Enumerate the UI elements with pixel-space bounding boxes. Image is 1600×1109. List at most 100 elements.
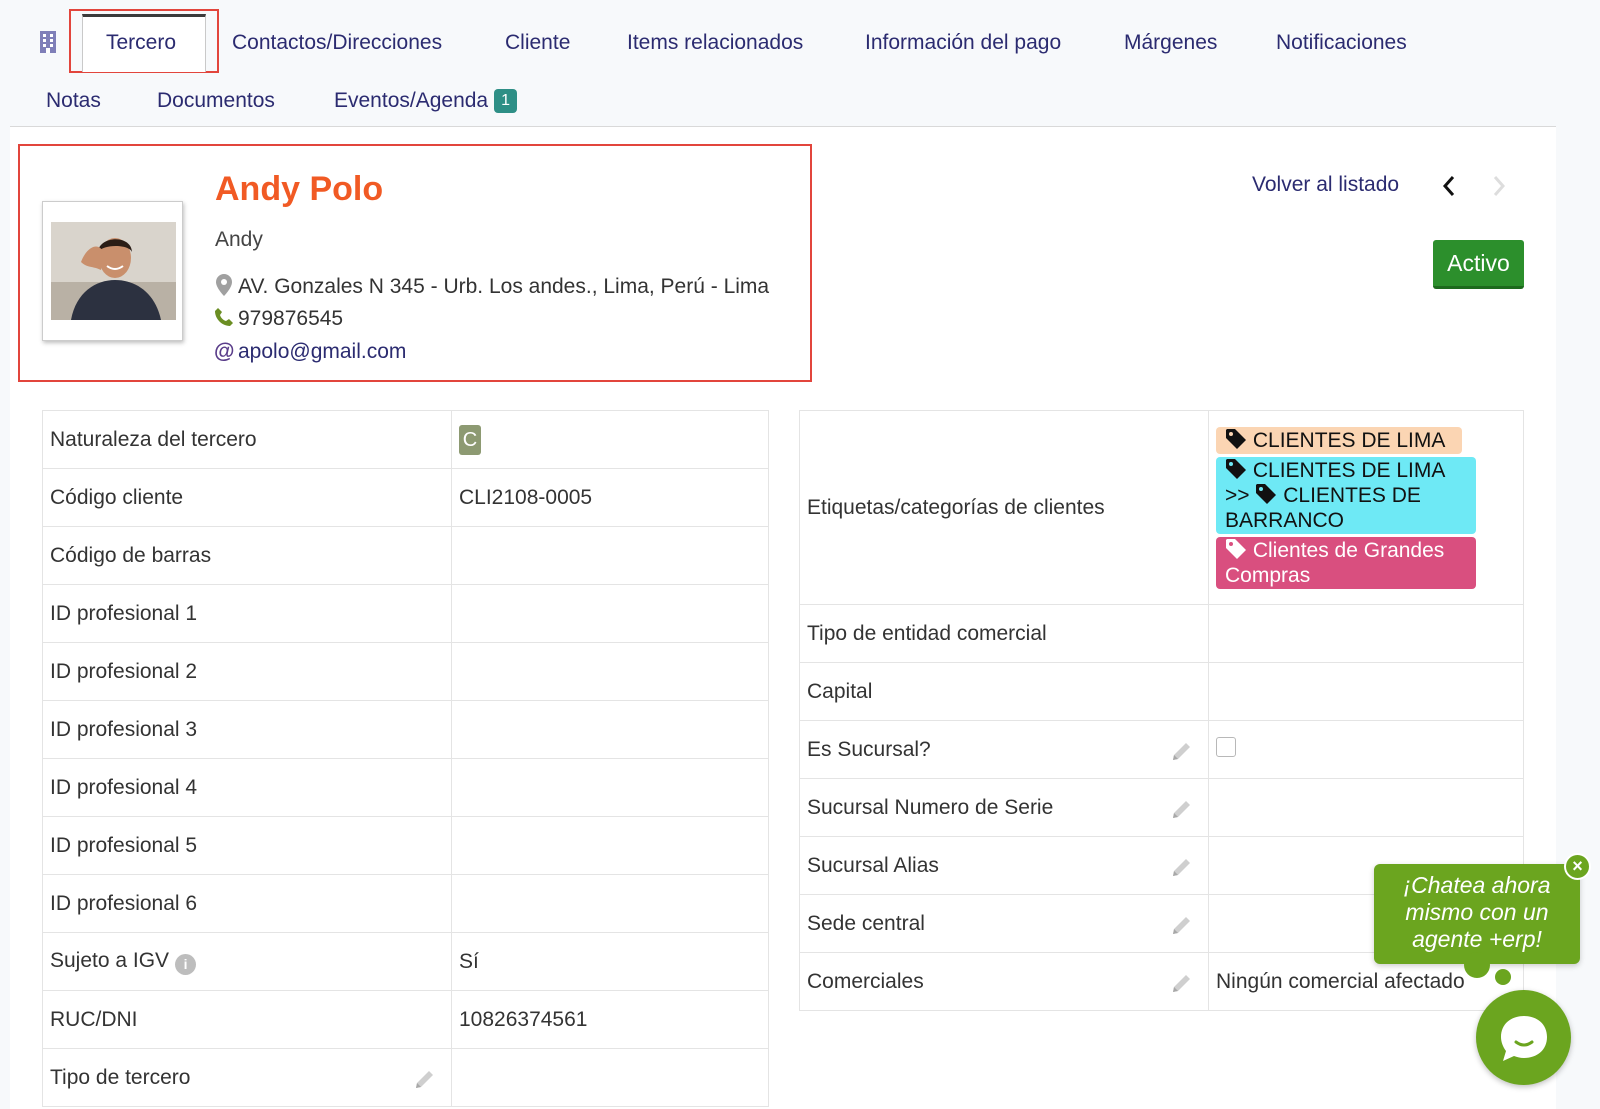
field-value: 10826374561 [451,990,769,1049]
tags-cell: CLIENTES DE LIMA CLIENTES DE LIMA >> CLI… [1208,410,1524,605]
chat-close-icon[interactable]: × [1564,853,1591,880]
table-row: ID profesional 2 [42,642,769,701]
tag-icon [1256,483,1277,504]
phone-text: 979876545 [238,307,344,330]
tab-notas[interactable]: Notas [46,86,101,116]
field-value: Sí [451,932,769,991]
field-label: Etiquetas/categorías de clientes [799,410,1209,605]
table-row: ID profesional 6 [42,874,769,933]
category-tag[interactable]: Clientes de Grandes Compras [1216,536,1476,589]
field-label-tipo-tercero: Tipo de tercero [42,1048,452,1107]
table-row: Tipo de tercero [42,1048,769,1107]
field-label-text: Sucursal Numero de Serie [807,795,1054,819]
table-row: Código de barras [42,526,769,585]
tag-icon [1226,458,1246,479]
contact-name: Andy Polo [215,170,384,208]
table-row: Etiquetas/categorías de clientes CLIENTE… [799,410,1524,605]
field-label-text: Sujeto a IGV [50,948,170,972]
tag-label: Clientes de Grandes Compras [1225,538,1445,587]
category-tag[interactable]: CLIENTES DE LIMA >> CLIENTES DE BARRANCO [1216,456,1476,534]
tab-tercero[interactable]: Tercero [106,28,176,58]
field-value [1208,662,1524,721]
field-label-text: Comerciales [807,969,924,993]
field-label: RUC/DNI [42,990,452,1049]
field-label: Tipo de entidad comercial [799,604,1209,663]
field-label: Código cliente [42,468,452,527]
field-value [451,700,769,759]
category-tag[interactable]: CLIENTES DE LIMA [1216,426,1462,454]
tab-eventos-agenda-label: Eventos/Agenda [334,89,489,112]
tag-separator: >> [1225,483,1250,507]
field-label-igv: Sujeto a IGV i [42,932,452,991]
tab-items-relacionados[interactable]: Items relacionados [627,28,803,58]
pencil-icon[interactable] [1170,797,1194,821]
field-value [451,642,769,701]
info-icon[interactable]: i [175,953,197,975]
avatar[interactable] [42,201,183,341]
tag-label: CLIENTES DE BARRANCO [1225,483,1421,532]
chat-invite-line: agente +erp! [1412,926,1542,952]
tab-eventos-agenda[interactable]: Eventos/Agenda 1 [334,86,518,116]
tab-documentos[interactable]: Documentos [157,86,275,116]
table-row: ID profesional 4 [42,758,769,817]
chat-bubble-tail [1464,952,1490,978]
field-label-sucursal-serie: Sucursal Numero de Serie [799,778,1209,837]
field-value: CLI2108-0005 [451,468,769,527]
tab-notificaciones[interactable]: Notificaciones [1276,28,1407,58]
field-value [451,526,769,585]
pencil-icon[interactable] [1170,739,1194,763]
table-row: Tipo de entidad comercial [799,604,1524,663]
phone-line: 979876545 [214,307,343,331]
chat-icon [1501,1016,1547,1061]
chevron-left-icon[interactable] [1440,172,1458,200]
field-label-comerciales: Comerciales [799,952,1209,1011]
table-row: Sujeto a IGV i Sí [42,932,769,991]
chat-bubble-tail [1495,969,1511,985]
es-sucursal-checkbox[interactable] [1216,736,1236,757]
field-label: ID profesional 6 [42,874,452,933]
status-button[interactable]: Activo [1433,240,1524,289]
email-link[interactable]: apolo@gmail.com [238,340,406,363]
tab-cliente[interactable]: Cliente [505,28,570,58]
table-row: RUC/DNI 10826374561 [42,990,769,1049]
table-row: ID profesional 3 [42,700,769,759]
field-label-text: Tipo de tercero [50,1065,191,1089]
chevron-right-icon [1493,176,1506,196]
table-row: Naturaleza del tercero C [42,410,769,469]
field-label-text: Es Sucursal? [807,737,931,761]
back-to-list-link[interactable]: Volver al listado [1252,173,1399,197]
field-label: Naturaleza del tercero [42,410,452,469]
contact-alias: Andy [215,228,263,251]
avatar-photo [51,222,176,320]
tab-margenes[interactable]: Márgenes [1124,28,1217,58]
chat-invite-line: ¡Chatea ahora [1403,872,1551,898]
field-value [1208,778,1524,837]
field-label-sede-central: Sede central [799,894,1209,953]
pencil-icon[interactable] [413,1067,437,1091]
building-icon[interactable] [38,30,58,54]
field-value [451,816,769,875]
tab-informacion-pago[interactable]: Información del pago [865,28,1061,58]
field-value [451,758,769,817]
map-pin-icon [214,274,234,299]
pencil-icon[interactable] [1170,971,1194,995]
table-row: ID profesional 5 [42,816,769,875]
tab-contactos-direcciones[interactable]: Contactos/Direcciones [232,28,442,58]
pencil-icon[interactable] [1170,913,1194,937]
phone-icon [214,307,234,331]
field-value [451,584,769,643]
field-label: Código de barras [42,526,452,585]
chat-launcher-button[interactable] [1476,990,1571,1085]
field-label: ID profesional 5 [42,816,452,875]
pencil-icon[interactable] [1170,855,1194,879]
events-count-badge: 1 [494,89,518,113]
field-label-sucursal-alias: Sucursal Alias [799,836,1209,895]
nature-badge: C [459,424,481,455]
at-sign-icon: @ [214,340,235,363]
field-value: C [451,410,769,469]
address-text: AV. Gonzales N 345 - Urb. Los andes., Li… [238,275,770,298]
field-value [451,1048,769,1107]
field-label-text: Sede central [807,911,925,935]
email-line: @ apolo@gmail.com [214,340,406,364]
chat-invite-bubble[interactable]: ¡Chatea ahora mismo con un agente +erp! [1374,864,1580,964]
